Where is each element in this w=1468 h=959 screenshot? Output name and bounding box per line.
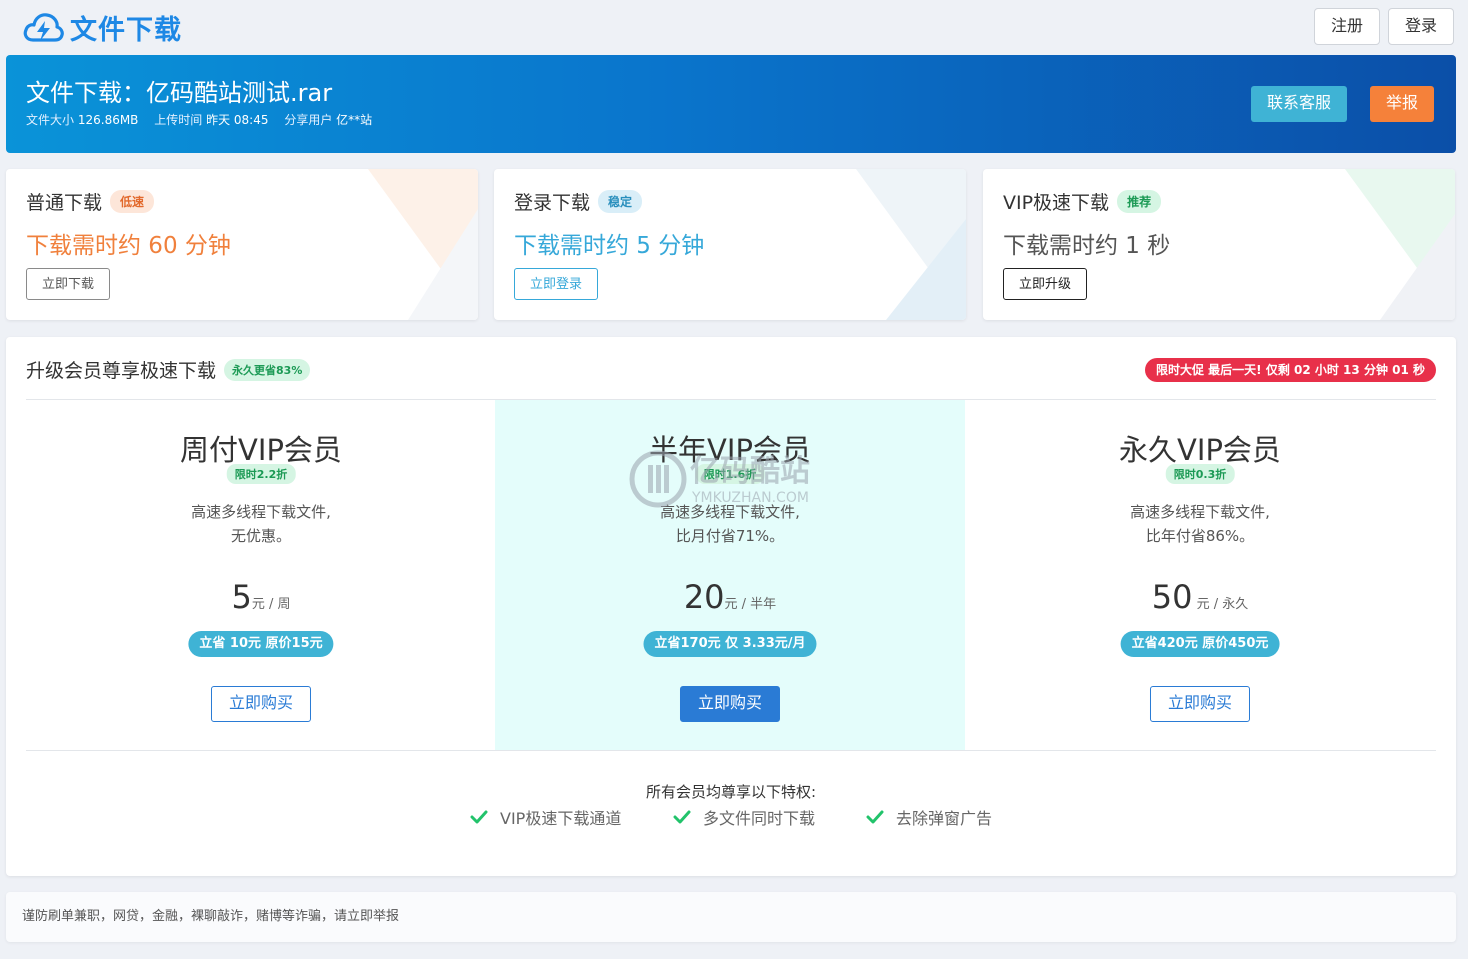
register-button[interactable]: 注册 [1314,8,1381,45]
file-meta: 文件大小 126.86MB 上传时间 昨天 08:45 分享用户 亿**站 [26,111,384,128]
plan-name: 周付VIP会员 [180,433,342,467]
share-user: 分享用户 亿**站 [284,113,373,127]
card-decoration [856,169,966,320]
plan-description: 高速多线程下载文件, 无优惠。 [191,503,331,545]
plan-discount-badge: 限时1.6折 [695,464,765,484]
logo-text: 文件下载 [70,15,182,46]
plan-savings-badge: 立省420元 原价450元 [1120,631,1280,657]
buy-weekly-button[interactable]: 立即购买 [210,686,312,722]
vip-heading: 升级会员尊享极速下载 永久更省83% [26,356,311,383]
plan-savings-badge: 立省 10元 原价15元 [188,631,334,657]
file-title: 文件下载：亿码酷站测试.rar [26,79,333,107]
plan-price: 50 元 / 永久 [1151,578,1249,616]
privilege-item: VIP极速下载通道 [470,805,621,829]
file-info-banner: 文件下载：亿码酷站测试.rar 文件大小 126.86MB 上传时间 昨天 08… [6,55,1456,153]
footer-notice: 谨防刷单兼职，网贷，金融，裸聊敲诈，赌博等诈骗，请立即举报 [6,892,1456,942]
plan-discount-badge: 限时0.3折 [1165,464,1235,484]
vip-membership-panel: 升级会员尊享极速下载 永久更省83% 限时大促 最后一天! 仅剩 02 小时 1… [6,337,1456,876]
privilege-item: 多文件同时下载 [673,805,815,829]
top-bar: 文件下载 注册 登录 [0,0,1468,54]
plan-lifetime: 永久VIP会员 限时0.3折 高速多线程下载文件, 比年付省86%。 50 元 … [965,400,1435,750]
promo-countdown-badge: 限时大促 最后一天! 仅剩 02 小时 13 分钟 01 秒 [1145,358,1436,382]
report-button[interactable]: 举报 [1370,86,1435,122]
download-time: 下载需时约 60 分钟 [26,233,231,259]
plan-name: 半年VIP会员 [649,433,811,467]
normal-download-card: 普通下载 低速 下载需时约 60 分钟 立即下载 [6,169,478,320]
speed-badge: 稳定 [598,190,643,213]
privileges-title: 所有会员均尊享以下特权: [645,783,817,801]
plan-name: 永久VIP会员 [1119,433,1281,467]
logo[interactable]: 文件下载 [22,8,182,47]
cloud-lightning-icon [23,12,64,42]
divider [26,750,1436,751]
card-decoration [1345,169,1455,320]
download-title: VIP极速下载 推荐 [1003,188,1162,215]
plan-description: 高速多线程下载文件, 比月付省71%。 [660,503,800,545]
check-icon [470,810,488,824]
login-button[interactable]: 登录 [1388,8,1455,45]
login-download-card: 登录下载 稳定 下载需时约 5 分钟 立即登录 [494,169,966,320]
download-time: 下载需时约 1 秒 [1003,233,1171,259]
buy-halfyear-button[interactable]: 立即购买 [679,686,781,722]
plan-price: 5元 / 周 [231,578,291,616]
plan-description: 高速多线程下载文件, 比年付省86%。 [1130,503,1270,545]
upgrade-now-button[interactable]: 立即升级 [1003,268,1088,300]
download-title: 普通下载 低速 [26,188,155,215]
contact-service-button[interactable]: 联系客服 [1251,86,1348,122]
download-title: 登录下载 稳定 [514,188,643,215]
login-now-button[interactable]: 立即登录 [514,268,599,300]
check-icon [673,810,691,824]
buy-lifetime-button[interactable]: 立即购买 [1149,686,1251,722]
privilege-item: 去除弹窗广告 [866,805,992,829]
speed-badge: 推荐 [1117,190,1162,213]
vip-download-card: VIP极速下载 推荐 下载需时约 1 秒 立即升级 [983,169,1455,320]
check-icon [866,810,884,824]
upload-time: 上传时间 昨天 08:45 [154,113,269,127]
plan-halfyear: 半年VIP会员 限时1.6折 高速多线程下载文件, 比月付省71%。 20元 /… [495,400,965,750]
download-now-button[interactable]: 立即下载 [26,268,111,300]
file-size: 文件大小 126.86MB [26,113,139,127]
plan-discount-badge: 限时2.2折 [226,464,296,484]
download-time: 下载需时约 5 分钟 [514,233,705,259]
save-badge: 永久更省83% [224,358,311,381]
plan-price: 20元 / 半年 [683,578,777,616]
plan-weekly: 周付VIP会员 限时2.2折 高速多线程下载文件, 无优惠。 5元 / 周 立省… [26,400,496,750]
speed-badge: 低速 [110,190,155,213]
card-decoration [368,169,478,320]
plan-savings-badge: 立省170元 仅 3.33元/月 [643,631,817,657]
